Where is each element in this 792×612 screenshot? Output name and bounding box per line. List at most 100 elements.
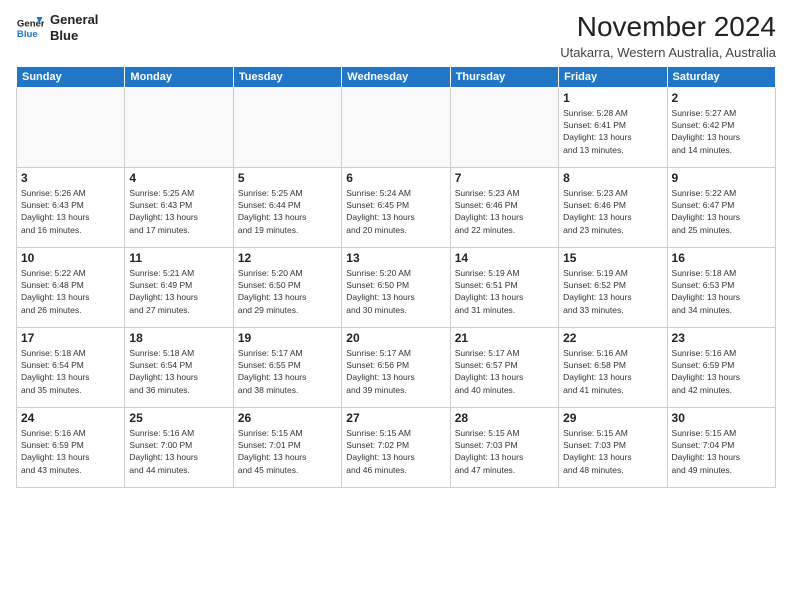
calendar-cell: 8Sunrise: 5:23 AM Sunset: 6:46 PM Daylig… [559, 167, 667, 247]
week-row-4: 17 Sunrise: 5:18 AM Sunset: 6:54 PM Dayli… [17, 327, 776, 407]
day-number: 25 [129, 411, 228, 425]
day-info: Sunrise: 5:16 AM Sunset: 6:59 PM Dayligh… [672, 347, 771, 396]
header: General Blue General Blue November 2024 … [16, 12, 776, 60]
day-info: Sunrise: 5:23 AM Sunset: 6:46 PM Dayligh… [455, 187, 554, 236]
day-info: Sunrise: 5:19 AM Sunset: 6:52 PM Dayligh… [563, 267, 662, 316]
weekday-header-saturday: Saturday [667, 66, 775, 87]
day-info: Sunrise: 5:21 AM Sunset: 6:49 PM Dayligh… [129, 267, 228, 316]
week-row-1: 1 Sunrise: 5:28 AM Sunset: 6:41 PM Daylig… [17, 87, 776, 167]
calendar-cell: 4 Sunrise: 5:25 AM Sunset: 6:43 PM Daylig… [125, 167, 233, 247]
day-info: Sunrise: 5:18 AM Sunset: 6:54 PM Dayligh… [129, 347, 228, 396]
calendar-cell: 18 Sunrise: 5:18 AM Sunset: 6:54 PM Dayli… [125, 327, 233, 407]
day-info: Sunrise: 5:24 AM Sunset: 6:45 PM Dayligh… [346, 187, 445, 236]
day-info: Sunrise: 5:15 AM Sunset: 7:04 PM Dayligh… [672, 427, 771, 476]
calendar-cell: 14 Sunrise: 5:19 AM Sunset: 6:51 PM Dayli… [450, 247, 558, 327]
month-title: November 2024 [560, 12, 776, 43]
calendar-cell: 15 Sunrise: 5:19 AM Sunset: 6:52 PM Dayli… [559, 247, 667, 327]
day-number: 21 [455, 331, 554, 345]
calendar-cell: 28Sunrise: 5:15 AM Sunset: 7:03 PM Dayli… [450, 407, 558, 487]
day-number: 15 [563, 251, 662, 265]
day-info: Sunrise: 5:20 AM Sunset: 6:50 PM Dayligh… [346, 267, 445, 316]
day-number: 9 [672, 171, 771, 185]
calendar-cell: 6Sunrise: 5:24 AM Sunset: 6:45 PM Daylig… [342, 167, 450, 247]
weekday-header-row: SundayMondayTuesdayWednesdayThursdayFrid… [17, 66, 776, 87]
calendar-cell: 17 Sunrise: 5:18 AM Sunset: 6:54 PM Dayli… [17, 327, 125, 407]
day-number: 5 [238, 171, 337, 185]
day-info: Sunrise: 5:16 AM Sunset: 6:59 PM Dayligh… [21, 427, 120, 476]
calendar-cell: 12 Sunrise: 5:20 AM Sunset: 6:50 PM Dayli… [233, 247, 341, 327]
day-info: Sunrise: 5:16 AM Sunset: 7:00 PM Dayligh… [129, 427, 228, 476]
calendar-cell: 27Sunrise: 5:15 AM Sunset: 7:02 PM Dayli… [342, 407, 450, 487]
day-info: Sunrise: 5:15 AM Sunset: 7:03 PM Dayligh… [455, 427, 554, 476]
day-number: 8 [563, 171, 662, 185]
weekday-header-thursday: Thursday [450, 66, 558, 87]
calendar-cell: 1 Sunrise: 5:28 AM Sunset: 6:41 PM Daylig… [559, 87, 667, 167]
day-info: Sunrise: 5:18 AM Sunset: 6:54 PM Dayligh… [21, 347, 120, 396]
day-number: 22 [563, 331, 662, 345]
calendar-cell: 16 Sunrise: 5:18 AM Sunset: 6:53 PM Dayli… [667, 247, 775, 327]
day-number: 20 [346, 331, 445, 345]
weekday-header-monday: Monday [125, 66, 233, 87]
day-number: 23 [672, 331, 771, 345]
day-info: Sunrise: 5:27 AM Sunset: 6:42 PM Dayligh… [672, 107, 771, 156]
day-info: Sunrise: 5:22 AM Sunset: 6:47 PM Dayligh… [672, 187, 771, 236]
calendar-table: SundayMondayTuesdayWednesdayThursdayFrid… [16, 66, 776, 488]
calendar-cell: 25 Sunrise: 5:16 AM Sunset: 7:00 PM Dayli… [125, 407, 233, 487]
day-info: Sunrise: 5:25 AM Sunset: 6:43 PM Dayligh… [129, 187, 228, 236]
day-info: Sunrise: 5:15 AM Sunset: 7:02 PM Dayligh… [346, 427, 445, 476]
title-block: November 2024 Utakarra, Western Australi… [560, 12, 776, 60]
day-info: Sunrise: 5:20 AM Sunset: 6:50 PM Dayligh… [238, 267, 337, 316]
day-info: Sunrise: 5:26 AM Sunset: 6:43 PM Dayligh… [21, 187, 120, 236]
day-number: 1 [563, 91, 662, 105]
day-info: Sunrise: 5:28 AM Sunset: 6:41 PM Dayligh… [563, 107, 662, 156]
day-info: Sunrise: 5:22 AM Sunset: 6:48 PM Dayligh… [21, 267, 120, 316]
day-info: Sunrise: 5:25 AM Sunset: 6:44 PM Dayligh… [238, 187, 337, 236]
calendar-cell [125, 87, 233, 167]
weekday-header-tuesday: Tuesday [233, 66, 341, 87]
day-number: 14 [455, 251, 554, 265]
day-info: Sunrise: 5:19 AM Sunset: 6:51 PM Dayligh… [455, 267, 554, 316]
calendar-cell: 21 Sunrise: 5:17 AM Sunset: 6:57 PM Dayli… [450, 327, 558, 407]
day-number: 29 [563, 411, 662, 425]
day-info: Sunrise: 5:18 AM Sunset: 6:53 PM Dayligh… [672, 267, 771, 316]
day-number: 7 [455, 171, 554, 185]
calendar-cell: 3 Sunrise: 5:26 AM Sunset: 6:43 PM Daylig… [17, 167, 125, 247]
calendar-cell [233, 87, 341, 167]
day-number: 30 [672, 411, 771, 425]
location: Utakarra, Western Australia, Australia [560, 45, 776, 60]
day-number: 18 [129, 331, 228, 345]
calendar-cell [17, 87, 125, 167]
day-number: 17 [21, 331, 120, 345]
day-number: 4 [129, 171, 228, 185]
day-info: Sunrise: 5:17 AM Sunset: 6:57 PM Dayligh… [455, 347, 554, 396]
day-info: Sunrise: 5:17 AM Sunset: 6:55 PM Dayligh… [238, 347, 337, 396]
day-number: 16 [672, 251, 771, 265]
calendar-cell: 5 Sunrise: 5:25 AM Sunset: 6:44 PM Daylig… [233, 167, 341, 247]
calendar-cell [342, 87, 450, 167]
week-row-3: 10Sunrise: 5:22 AM Sunset: 6:48 PM Dayli… [17, 247, 776, 327]
day-info: Sunrise: 5:15 AM Sunset: 7:01 PM Dayligh… [238, 427, 337, 476]
svg-text:Blue: Blue [17, 28, 38, 39]
calendar-cell: 22Sunrise: 5:16 AM Sunset: 6:58 PM Dayli… [559, 327, 667, 407]
week-row-5: 24 Sunrise: 5:16 AM Sunset: 6:59 PM Dayli… [17, 407, 776, 487]
calendar-cell: 2 Sunrise: 5:27 AM Sunset: 6:42 PM Daylig… [667, 87, 775, 167]
week-row-2: 3 Sunrise: 5:26 AM Sunset: 6:43 PM Daylig… [17, 167, 776, 247]
logo-general: General [50, 12, 98, 28]
calendar-cell: 30 Sunrise: 5:15 AM Sunset: 7:04 PM Dayli… [667, 407, 775, 487]
calendar-cell: 11Sunrise: 5:21 AM Sunset: 6:49 PM Dayli… [125, 247, 233, 327]
weekday-header-friday: Friday [559, 66, 667, 87]
calendar-cell: 9 Sunrise: 5:22 AM Sunset: 6:47 PM Daylig… [667, 167, 775, 247]
calendar-cell: 24 Sunrise: 5:16 AM Sunset: 6:59 PM Dayli… [17, 407, 125, 487]
calendar-cell: 20Sunrise: 5:17 AM Sunset: 6:56 PM Dayli… [342, 327, 450, 407]
day-number: 26 [238, 411, 337, 425]
day-number: 3 [21, 171, 120, 185]
logo-blue: Blue [50, 28, 98, 44]
day-number: 19 [238, 331, 337, 345]
weekday-header-wednesday: Wednesday [342, 66, 450, 87]
day-number: 2 [672, 91, 771, 105]
weekday-header-sunday: Sunday [17, 66, 125, 87]
day-number: 13 [346, 251, 445, 265]
day-number: 24 [21, 411, 120, 425]
day-number: 12 [238, 251, 337, 265]
logo: General Blue General Blue [16, 12, 98, 43]
